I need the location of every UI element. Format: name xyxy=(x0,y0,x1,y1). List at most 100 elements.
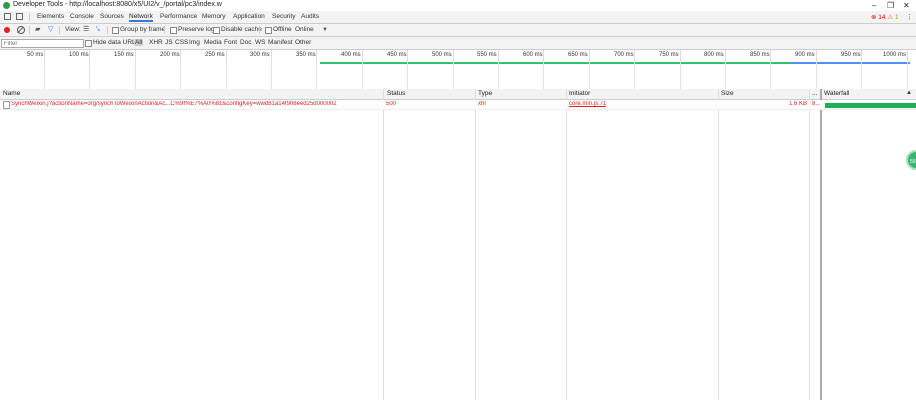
request-name[interactable]: SynchWeixin.j?actionName=org/synchToWeix… xyxy=(11,101,381,107)
timeline-tick-label: 150 ms xyxy=(114,52,134,58)
table-header: Name Status Type Initiator Size ... Wate… xyxy=(0,89,916,100)
filter-type-all[interactable]: All xyxy=(134,39,144,46)
divider xyxy=(107,26,108,34)
close-icon[interactable]: ✕ xyxy=(903,1,910,10)
camera-icon[interactable]: ▰ xyxy=(35,26,40,34)
tab-performance[interactable]: Performance xyxy=(160,13,197,20)
device-toolbar-icon[interactable] xyxy=(16,13,23,20)
clear-icon[interactable] xyxy=(17,26,25,34)
network-toolbar: ▰ ▽ View: ☰ ⤥ Group by frame Preserve lo… xyxy=(0,24,916,37)
filter-type-ws[interactable]: WS xyxy=(255,39,265,46)
timeline-gridline xyxy=(316,50,317,62)
chrome-devtools-icon xyxy=(3,2,10,9)
filter-type-media[interactable]: Media xyxy=(204,39,222,46)
column-header-size[interactable]: Size xyxy=(721,90,734,97)
list-view-icon[interactable]: ☰ xyxy=(83,26,89,34)
tab-elements[interactable]: Elements xyxy=(37,13,64,20)
record-icon[interactable] xyxy=(4,27,10,33)
timeline-tick-label: 250 ms xyxy=(205,52,225,58)
column-header-initiator[interactable]: Initiator xyxy=(569,90,590,97)
timeline-gridline xyxy=(135,50,136,62)
column-header-status[interactable]: Status xyxy=(387,90,405,97)
disable-cache-checkbox[interactable] xyxy=(213,27,220,34)
window-title: Developer Tools - http://localhost:8080/… xyxy=(13,1,222,8)
overview-gridline xyxy=(907,62,908,90)
minimize-icon[interactable]: – xyxy=(872,1,876,10)
tab-network[interactable]: Network xyxy=(129,13,153,22)
group-by-frame-checkbox[interactable] xyxy=(112,27,119,34)
warning-icon: ⚠ xyxy=(887,14,894,21)
waterfall-bar[interactable] xyxy=(825,103,916,108)
timeline-gridline xyxy=(407,50,408,62)
filter-type-xhr[interactable]: XHR xyxy=(149,39,163,46)
overview-gridline xyxy=(135,62,136,90)
tab-sources[interactable]: Sources xyxy=(100,13,124,20)
tab-memory[interactable]: Memory xyxy=(202,13,225,20)
overview-gridline xyxy=(362,62,363,90)
overview-gridline xyxy=(634,62,635,90)
tab-console[interactable]: Console xyxy=(70,13,94,20)
timeline-tick-label: 200 ms xyxy=(160,52,180,58)
timeline-tick-label: 850 ms xyxy=(750,52,770,58)
column-header-type[interactable]: Type xyxy=(478,90,492,97)
timeline-tick-label: 800 ms xyxy=(704,52,724,58)
overview-gridline xyxy=(407,62,408,90)
filter-type-manifest[interactable]: Manifest xyxy=(268,39,293,46)
more-options-icon[interactable]: ⋮ xyxy=(906,13,913,22)
filter-type-other[interactable]: Other xyxy=(295,39,311,46)
overview-gridline xyxy=(316,62,317,90)
maximize-icon[interactable]: ❐ xyxy=(887,1,894,10)
timeline-gridline xyxy=(226,50,227,62)
column-header-time[interactable]: ... xyxy=(812,90,817,97)
overview-gridline xyxy=(589,62,590,90)
table-row[interactable]: SynchWeixin.j?actionName=org/synchToWeix… xyxy=(0,100,916,110)
filter-input[interactable] xyxy=(1,39,84,48)
timeline-tick-label: 450 ms xyxy=(387,52,407,58)
chevron-down-icon[interactable]: ▼ xyxy=(322,26,328,34)
filter-type-img[interactable]: Img xyxy=(189,39,200,46)
filter-type-js[interactable]: JS xyxy=(165,39,173,46)
column-header-name[interactable]: Name xyxy=(3,90,20,97)
overview-request-bar-green xyxy=(320,62,790,64)
request-type: xhr xyxy=(478,101,487,107)
timeline-tick-label: 1000 ms xyxy=(883,52,907,58)
timeline-tick-label: 900 ms xyxy=(795,52,815,58)
sort-ascending-icon[interactable]: ▲ xyxy=(906,90,912,96)
request-size: 1.6 KB xyxy=(788,101,807,107)
overview-gridline xyxy=(816,62,817,90)
error-icon: ⊗ xyxy=(871,14,877,21)
column-divider xyxy=(809,89,810,400)
disable-cache-label: Disable cache xyxy=(221,26,262,33)
timeline-tick-label: 350 ms xyxy=(296,52,316,58)
preserve-log-label: Preserve log xyxy=(178,26,215,33)
preserve-log-checkbox[interactable] xyxy=(170,27,177,34)
tab-audits[interactable]: Audits xyxy=(301,13,319,20)
divider xyxy=(29,26,30,34)
group-by-frame-label: Group by frame xyxy=(120,26,166,33)
offline-checkbox[interactable] xyxy=(265,27,272,34)
timeline-overview[interactable] xyxy=(0,62,916,91)
column-header-waterfall[interactable]: Waterfall xyxy=(824,90,849,97)
column-divider xyxy=(566,89,567,400)
waterfall-view-icon[interactable]: ⤥ xyxy=(96,26,100,34)
timeline-gridline xyxy=(589,50,590,62)
filter-type-css[interactable]: CSS xyxy=(175,39,188,46)
column-divider xyxy=(475,89,476,400)
timeline-gridline xyxy=(498,50,499,62)
hide-data-urls-label: Hide data URLs xyxy=(93,39,139,46)
overview-gridline xyxy=(770,62,771,90)
request-initiator-link[interactable]: core.min.js:71 xyxy=(569,101,606,107)
console-status-counts[interactable]: ⊗ 14 ⚠ 1 xyxy=(871,13,899,21)
timeline-gridline xyxy=(634,50,635,62)
filter-type-doc[interactable]: Doc xyxy=(240,39,252,46)
filter-type-font[interactable]: Font xyxy=(224,39,237,46)
hide-data-urls-checkbox[interactable] xyxy=(85,40,92,47)
timeline-tick-label: 100 ms xyxy=(69,52,89,58)
inspect-element-icon[interactable] xyxy=(4,13,11,20)
filter-icon[interactable]: ▽ xyxy=(48,26,53,34)
tab-security[interactable]: Security xyxy=(272,13,295,20)
timeline-gridline xyxy=(44,50,45,62)
tab-application[interactable]: Application xyxy=(233,13,265,20)
throttling-select[interactable]: Online xyxy=(295,26,314,33)
overview-gridline xyxy=(861,62,862,90)
